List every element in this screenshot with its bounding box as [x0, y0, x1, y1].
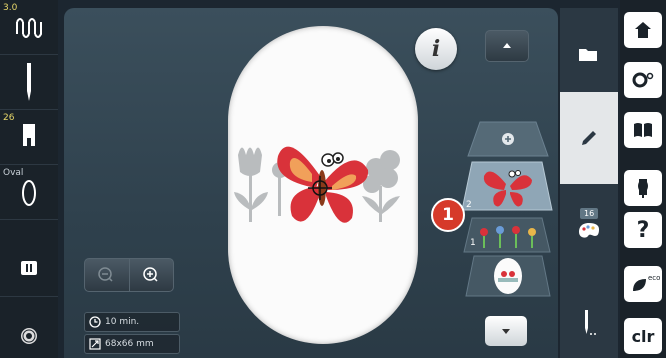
- clear-button[interactable]: clr: [624, 318, 662, 354]
- design-size: 68x66 mm: [105, 339, 154, 349]
- setup-button[interactable]: [624, 62, 662, 98]
- butterfly-motif: [277, 146, 369, 223]
- needle-button[interactable]: [0, 55, 58, 110]
- layer-number: 1: [470, 238, 476, 248]
- tab-edit[interactable]: [560, 92, 618, 184]
- bobbin-icon: [0, 326, 58, 350]
- stitch-pattern-icon: [0, 14, 58, 44]
- creative-consultant-button[interactable]: [624, 170, 662, 206]
- zoom-out-icon: [98, 267, 113, 282]
- bobbin-button[interactable]: [0, 300, 58, 354]
- stitch-value: 3.0: [3, 3, 18, 13]
- tab-stitch[interactable]: [560, 270, 618, 358]
- layer-item[interactable]: 1: [462, 216, 552, 256]
- arrow-down-icon: [502, 329, 510, 334]
- pencil-icon: [582, 131, 596, 145]
- presser-foot-icon: [0, 124, 58, 150]
- stitch-plate-icon: [0, 260, 58, 280]
- folder-icon: [579, 49, 597, 61]
- zoom-out-button[interactable]: [85, 259, 128, 291]
- clock-icon: [89, 316, 101, 328]
- book-icon: [634, 123, 652, 137]
- scroll-up-button[interactable]: [485, 30, 529, 62]
- layer-item[interactable]: [464, 254, 552, 300]
- hoop-button[interactable]: Oval: [0, 165, 58, 220]
- tutorial-button[interactable]: [624, 112, 662, 148]
- eco-button[interactable]: eco: [624, 266, 662, 302]
- oval-hoop-icon: [0, 179, 58, 211]
- stitch-time: 10 min.: [105, 317, 140, 327]
- zoom-in-icon: [143, 267, 158, 282]
- zoom-controls: [84, 258, 174, 292]
- presser-foot-number: 26: [3, 113, 15, 123]
- needle-stitch-icon: [585, 310, 596, 335]
- home-button[interactable]: [624, 12, 662, 48]
- mode-tabs: 16: [560, 8, 618, 358]
- stitch-time-display: 10 min.: [84, 312, 180, 332]
- stitch-plate-button[interactable]: [0, 242, 58, 297]
- arrow-up-icon: [503, 43, 511, 48]
- hoop-label: Oval: [3, 168, 24, 178]
- design-size-display: 68x66 mm: [84, 334, 180, 354]
- tab-colors[interactable]: 16: [560, 186, 618, 266]
- layer-item[interactable]: 2: [460, 160, 554, 214]
- scroll-down-button[interactable]: [485, 316, 527, 346]
- home-icon: [635, 22, 651, 38]
- palette-icon: [579, 223, 599, 238]
- embroidery-design[interactable]: [228, 130, 418, 240]
- info-button[interactable]: i: [415, 28, 457, 70]
- eco-label: eco: [648, 274, 661, 282]
- resize-icon: [89, 338, 101, 350]
- system-toolbar: ? eco clr: [620, 0, 666, 358]
- layer-number: 2: [466, 200, 472, 210]
- callout-marker: 1: [431, 198, 465, 232]
- help-button[interactable]: ?: [624, 212, 662, 248]
- add-layer-button[interactable]: +: [466, 120, 550, 160]
- needle-icon: [0, 63, 58, 105]
- zoom-in-button[interactable]: [129, 259, 173, 291]
- color-count-badge: 16: [580, 208, 599, 219]
- tab-files[interactable]: [560, 8, 618, 90]
- presser-foot-button[interactable]: 26: [0, 110, 58, 165]
- layers-panel: + 2 1: [460, 120, 556, 310]
- dress-form-icon: [638, 179, 648, 198]
- stitch-length-button[interactable]: 3.0: [0, 0, 58, 55]
- left-toolbar: 3.0 26 Oval: [0, 0, 58, 358]
- flower-motif-right: [362, 150, 400, 222]
- gear-icon: [632, 72, 654, 88]
